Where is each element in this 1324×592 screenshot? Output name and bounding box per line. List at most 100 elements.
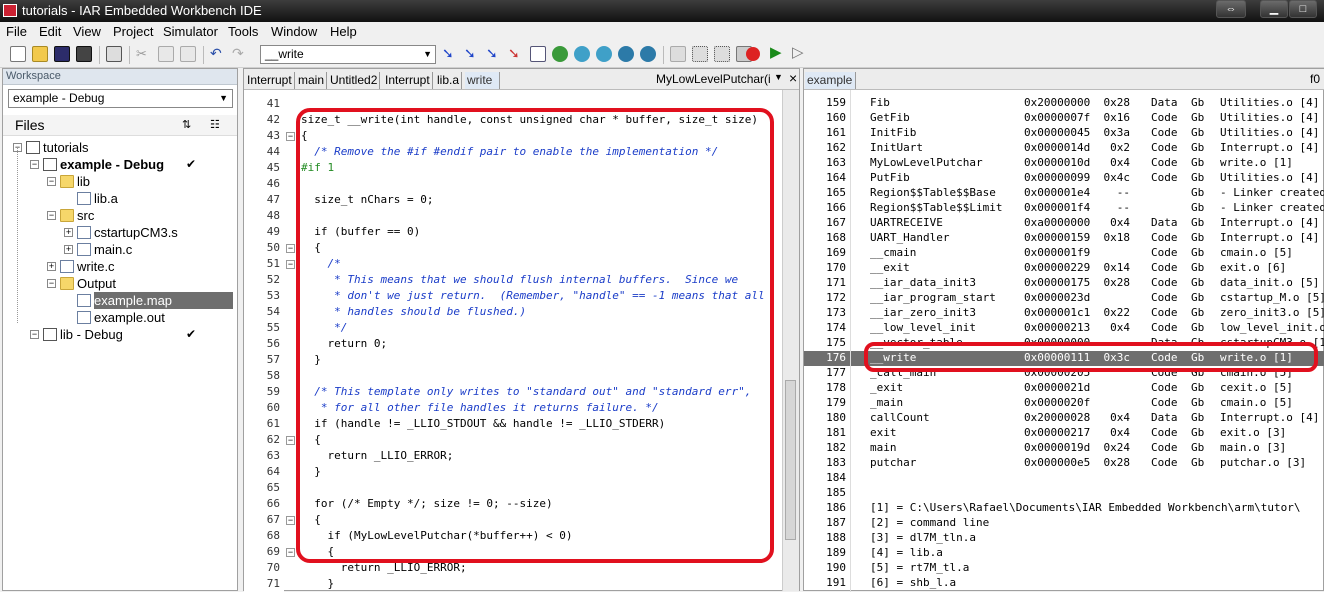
tree-item[interactable]: example.map (3, 292, 237, 309)
map-row[interactable]: 185 (804, 486, 1324, 501)
tree-item[interactable]: lib.a (3, 190, 237, 207)
menu-edit[interactable]: Edit (39, 24, 61, 39)
function-combo[interactable]: MyLowLevelPutchar(int) (656, 72, 771, 86)
save-icon[interactable] (54, 46, 70, 62)
prev-bookmark-icon[interactable] (596, 46, 612, 62)
save-all-icon[interactable] (76, 46, 92, 62)
expand-toggle-icon[interactable]: − (47, 211, 56, 220)
expand-toggle-icon[interactable]: − (47, 177, 56, 186)
tree-item[interactable]: − lib - Debug ✔ (3, 326, 237, 343)
find-prev-icon[interactable]: ➘ (464, 46, 480, 62)
goto-icon[interactable] (530, 46, 546, 62)
expand-toggle-icon[interactable]: + (64, 245, 73, 254)
map-row[interactable]: 165 Region$$Table$$Base 0x000001e4 -- Gb - Li… (804, 186, 1324, 201)
tab-write[interactable]: write (465, 72, 500, 89)
redo-icon[interactable]: ↷ (232, 46, 248, 62)
fold-toggle-icon[interactable]: − (286, 436, 295, 445)
fold-toggle-icon[interactable]: − (286, 260, 295, 269)
tree-item[interactable]: example.out (3, 309, 237, 326)
tab-interrupt[interactable]: Interrupt (245, 72, 295, 89)
map-row[interactable]: 190 [5] = rt7M_tl.a (804, 561, 1324, 576)
map-row[interactable]: 159 Fib 0x20000000 0x28 Data Gb Utilities.o [4… (804, 96, 1324, 111)
map-row[interactable]: 181 exit 0x00000217 0x4 Code Gb exit.o [3] (804, 426, 1324, 441)
find-in-files-icon[interactable]: ➘ (486, 46, 502, 62)
download-debug-icon[interactable]: ▶ (770, 45, 786, 62)
editor-scrollbar[interactable] (782, 90, 799, 591)
map-row[interactable]: 180 callCount 0x20000028 0x4 Data Gb Interrupt… (804, 411, 1324, 426)
paste-icon[interactable] (180, 46, 196, 62)
tab-main[interactable]: main (296, 72, 328, 89)
map-row[interactable]: 191 [6] = shb_l.a (804, 576, 1324, 591)
map-row[interactable]: 170 __exit 0x00000229 0x14 Code Gb exit.o [6] (804, 261, 1324, 276)
toggle-bookmark-icon[interactable]: ➘ (508, 46, 524, 62)
tree-item[interactable]: + main.c (3, 241, 237, 258)
tab-untitled2[interactable]: Untitled2 (328, 72, 381, 89)
scrollbar-thumb[interactable] (785, 380, 796, 540)
menu-project[interactable]: Project (113, 24, 153, 39)
tree-item[interactable]: − Output (3, 275, 237, 292)
undo-icon[interactable]: ↶ (210, 46, 226, 62)
expand-toggle-icon[interactable]: − (30, 330, 39, 339)
map-row[interactable]: 161 InitFib 0x00000045 0x3a Code Gb Utilities.… (804, 126, 1324, 141)
map-row[interactable]: 172 __iar_program_start 0x0000023d Code Gb cs… (804, 291, 1324, 306)
menu-tools[interactable]: Tools (228, 24, 258, 39)
map-row[interactable]: 189 [4] = lib.a (804, 546, 1324, 561)
next-bookmark-icon[interactable] (574, 46, 590, 62)
tree-item[interactable]: + write.c (3, 258, 237, 275)
tree-item[interactable]: − example - Debug ✔ (3, 156, 237, 173)
tab-lib-a[interactable]: lib.a (435, 72, 463, 89)
tree-item[interactable]: − src (3, 207, 237, 224)
tree-item[interactable]: − tutorials (3, 139, 237, 156)
print-icon[interactable] (106, 46, 122, 62)
map-row[interactable]: 164 PutFib 0x00000099 0x4c Code Gb Utilities.o… (804, 171, 1324, 186)
map-row[interactable]: 188 [3] = dl7M_tln.a (804, 531, 1324, 546)
tab-interrupt-2[interactable]: Interrupt (383, 72, 433, 89)
map-row[interactable]: 184 (804, 471, 1324, 486)
new-file-icon[interactable] (10, 46, 26, 62)
menu-simulator[interactable]: Simulator (163, 24, 218, 39)
rebuild-icon[interactable] (714, 46, 730, 62)
tree-item[interactable]: + cstartupCM3.s (3, 224, 237, 241)
menu-window[interactable]: Window (271, 24, 317, 39)
map-row[interactable]: 187 [2] = command line (804, 516, 1324, 531)
open-folder-icon[interactable] (32, 46, 48, 62)
expand-toggle-icon[interactable]: + (64, 228, 73, 237)
map-row[interactable]: 173 __iar_zero_init3 0x000001c1 0x22 Code Gb z… (804, 306, 1324, 321)
map-row[interactable]: 183 putchar 0x000000e5 0x28 Code Gb putchar.o … (804, 456, 1324, 471)
expand-toggle-icon[interactable]: − (30, 160, 39, 169)
expand-toggle-icon[interactable]: − (47, 279, 56, 288)
expand-toggle-icon[interactable]: + (47, 262, 56, 271)
map-row[interactable]: 162 InitUart 0x0000014d 0x2 Code Gb Interrupt.… (804, 141, 1324, 156)
map-row[interactable]: 167 UARTRECEIVE 0xa0000000 0x4 Data Gb Interru… (804, 216, 1324, 231)
map-row[interactable]: 182 main 0x0000019d 0x24 Code Gb main.o [3] (804, 441, 1324, 456)
copy-icon[interactable] (158, 46, 174, 62)
navigate-forward-icon[interactable] (640, 46, 656, 62)
map-row[interactable]: 168 UART_Handler 0x00000159 0x18 Code Gb Inter… (804, 231, 1324, 246)
compile-icon[interactable] (670, 46, 686, 62)
map-row[interactable]: 163 MyLowLevelPutchar 0x0000010d 0x4 Code Gb w… (804, 156, 1324, 171)
tab-example[interactable]: example (805, 72, 856, 89)
cut-icon[interactable]: ✂ (136, 46, 152, 62)
minimize-button[interactable]: ▁ (1260, 0, 1288, 18)
close-editor-icon[interactable]: × (789, 70, 797, 86)
column-options-icon[interactable]: ☷ (210, 118, 220, 131)
sort-icon[interactable]: ⇅ (182, 118, 191, 131)
maximize-button[interactable]: □ (1289, 0, 1317, 18)
map-row[interactable]: 169 __cmain 0x000001f9 Code Gb cmain.o [5] (804, 246, 1324, 261)
fold-toggle-icon[interactable]: − (286, 548, 295, 557)
menu-view[interactable]: View (73, 24, 101, 39)
debug-without-download-icon[interactable]: ▷ (792, 45, 808, 62)
fold-toggle-icon[interactable]: − (286, 244, 295, 253)
make-icon[interactable] (692, 46, 708, 62)
navigate-back-icon[interactable] (618, 46, 634, 62)
tree-item[interactable]: − lib (3, 173, 237, 190)
restore-icon[interactable]: ⇔ (1216, 0, 1246, 18)
map-row[interactable]: 178 _exit 0x0000021d Code Gb cexit.o [5] (804, 381, 1324, 396)
function-combo-arrow-icon[interactable]: ▼ (774, 72, 783, 82)
map-row[interactable]: 160 GetFib 0x0000007f 0x16 Code Gb Utilities.o… (804, 111, 1324, 126)
menu-file[interactable]: File (6, 24, 27, 39)
map-row[interactable]: 186 [1] = C:\Users\Rafael\Documents\IAR E… (804, 501, 1324, 516)
fold-toggle-icon[interactable]: − (286, 516, 295, 525)
map-row[interactable]: 171 __iar_data_init3 0x00000175 0x28 Code Gb d… (804, 276, 1324, 291)
find-combo[interactable]: __write ▼ (260, 45, 436, 64)
